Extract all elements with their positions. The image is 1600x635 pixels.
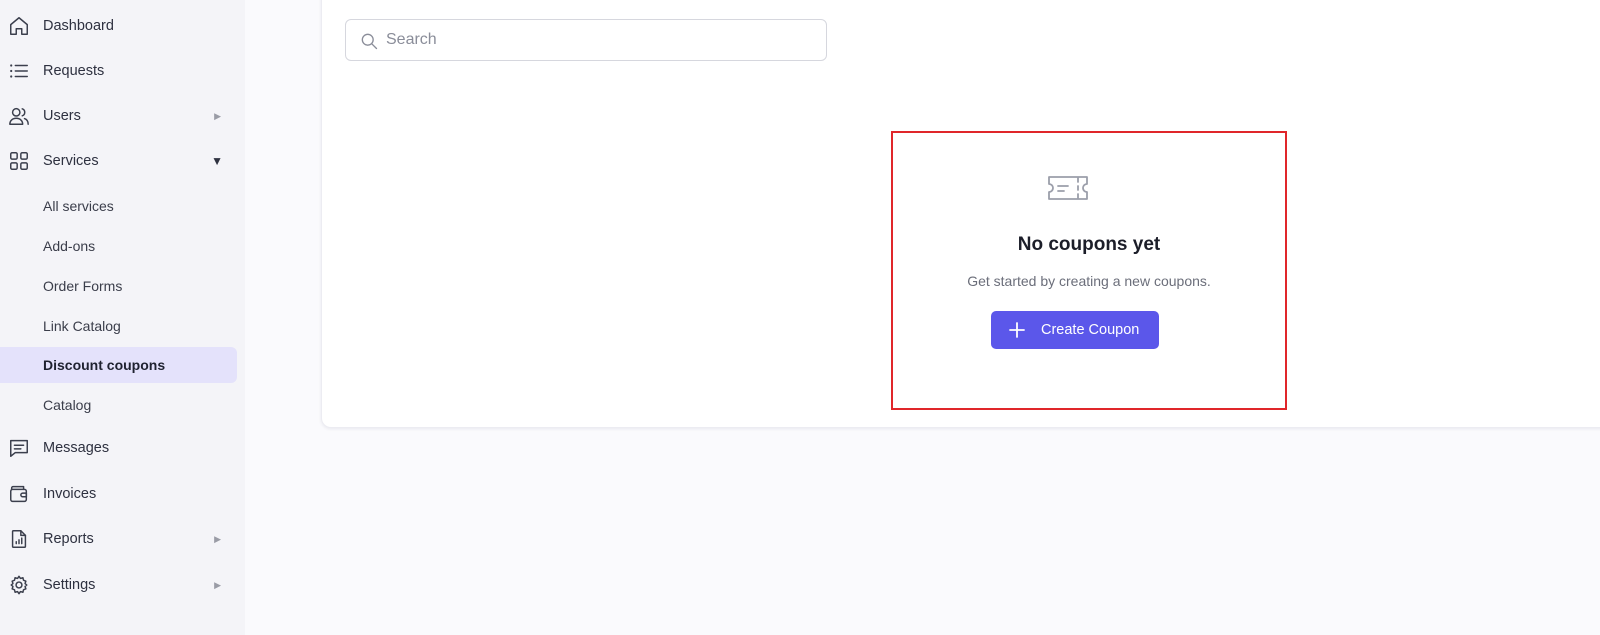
collapse-caret-icon: ▼ (211, 154, 223, 168)
empty-state-description: Get started by creating a new coupons. (967, 273, 1211, 289)
search-icon (359, 31, 379, 51)
grid-icon (8, 150, 30, 172)
sidebar-subitem-discount-coupons[interactable]: Discount coupons (0, 347, 237, 383)
empty-state-title: No coupons yet (1017, 234, 1161, 255)
sidebar-item-settings[interactable]: Settings ▶ (0, 567, 237, 603)
wallet-icon (8, 483, 30, 505)
sidebar-item-messages[interactable]: Messages (0, 430, 237, 466)
sidebar-subitem-label: Link Catalog (43, 318, 121, 334)
home-icon (8, 15, 30, 37)
sidebar-subitem-label: Add-ons (43, 238, 96, 254)
sidebar: Dashboard Requests Users ▶ Services ▼ Al… (0, 0, 245, 635)
sidebar-subitem-order-forms[interactable]: Order Forms (0, 268, 237, 304)
sidebar-item-label: Invoices (43, 486, 97, 502)
sidebar-item-requests[interactable]: Requests (0, 53, 237, 89)
sidebar-item-label: Settings (43, 577, 96, 593)
search-box[interactable] (345, 19, 827, 61)
sidebar-subitem-label: Discount coupons (43, 357, 166, 373)
sidebar-subitem-label: Catalog (43, 397, 92, 413)
sidebar-item-users[interactable]: Users ▶ (0, 98, 237, 134)
sidebar-item-services[interactable]: Services ▼ (0, 143, 237, 179)
sidebar-item-label: Requests (43, 63, 105, 79)
sidebar-item-label: Reports (43, 531, 94, 547)
plus-icon (1008, 321, 1026, 339)
expand-caret-icon: ▶ (214, 110, 221, 121)
sidebar-subitem-catalog[interactable]: Catalog (0, 387, 237, 423)
search-input[interactable] (386, 20, 816, 60)
sidebar-subitem-label: Order Forms (43, 278, 123, 294)
sidebar-subitem-label: All services (43, 198, 114, 214)
gear-icon (8, 574, 30, 596)
message-icon (8, 437, 30, 459)
sidebar-item-label: Dashboard (43, 18, 114, 34)
expand-caret-icon: ▶ (214, 579, 221, 590)
report-icon (8, 528, 30, 550)
sidebar-subitem-add-ons[interactable]: Add-ons (0, 228, 237, 264)
sidebar-subitem-all-services[interactable]: All services (0, 188, 237, 224)
list-icon (8, 60, 30, 82)
sidebar-item-reports[interactable]: Reports ▶ (0, 521, 237, 557)
sidebar-item-dashboard[interactable]: Dashboard (0, 8, 237, 44)
app: Dashboard Requests Users ▶ Services ▼ Al… (0, 0, 1600, 635)
sidebar-subitem-link-catalog[interactable]: Link Catalog (0, 308, 237, 344)
sidebar-item-label: Users (43, 108, 81, 124)
sidebar-item-label: Messages (43, 440, 110, 456)
sidebar-item-label: Services (43, 153, 99, 169)
coupon-ticket-icon (1046, 170, 1090, 206)
sidebar-item-invoices[interactable]: Invoices (0, 476, 237, 512)
create-coupon-label: Create Coupon (1041, 322, 1140, 338)
users-icon (8, 105, 30, 127)
create-coupon-button[interactable]: Create Coupon (991, 311, 1159, 349)
expand-caret-icon: ▶ (214, 533, 221, 544)
